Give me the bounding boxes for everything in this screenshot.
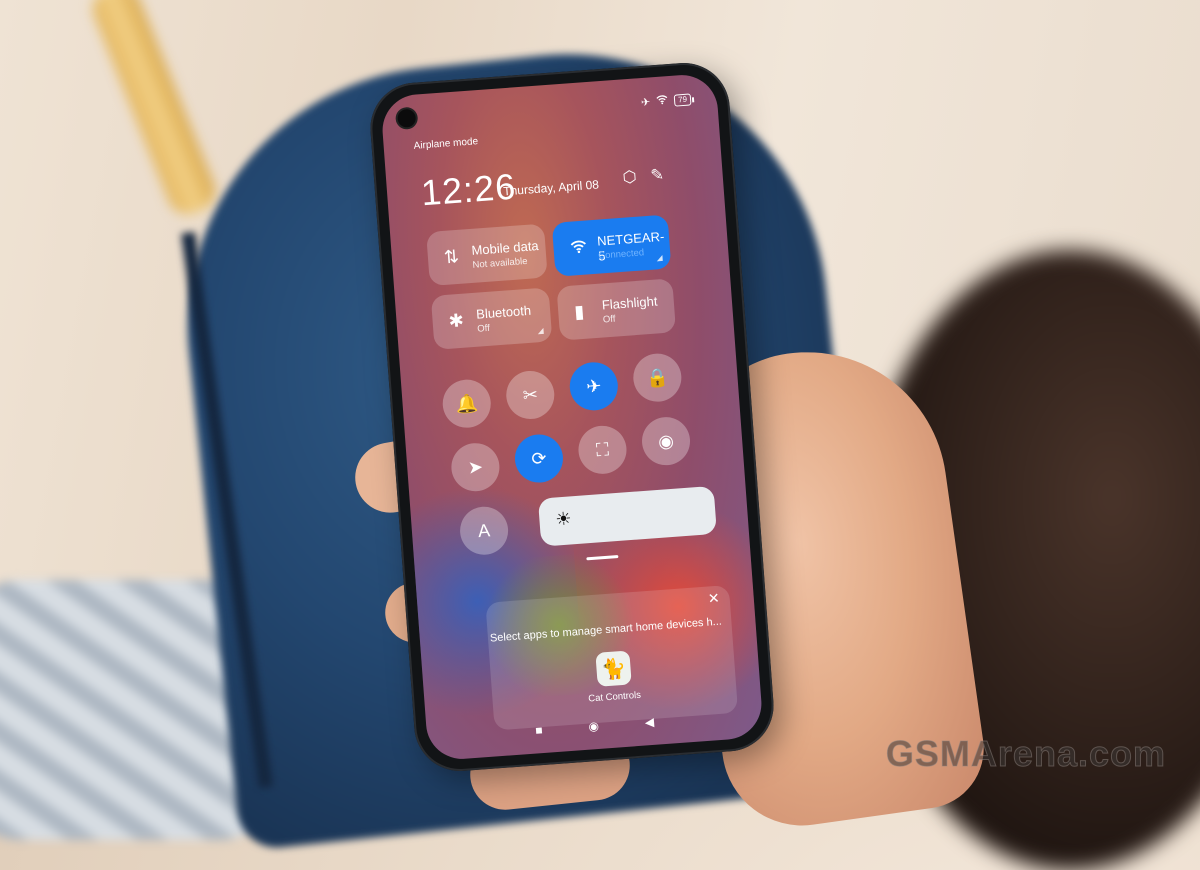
tile-subtitle: Not available [472,255,528,271]
expand-corner-icon[interactable] [537,327,544,335]
wifi-icon [569,237,588,259]
sun-icon: ☀ [554,508,573,530]
airplane-mode-label: Airplane mode [413,136,479,152]
scanner-icon[interactable]: ⛶ [576,424,629,476]
date: Thursday, April 08 [502,177,600,199]
battery-icon: 79 [673,92,692,107]
flashlight-icon: ▮ [573,301,585,323]
airplane-icon: ✈ [640,96,651,110]
close-icon[interactable]: ✕ [707,590,720,608]
back-button[interactable]: ◀ [644,715,654,730]
screenshot-icon[interactable]: ✂ [504,369,556,421]
recent-apps-button[interactable]: ■ [535,723,543,737]
expand-corner-icon[interactable] [656,254,663,262]
mobile-data-icon: ⇅ [443,246,460,268]
airplane-toggle-icon[interactable]: ✈ [568,360,620,413]
tile-mobile-data[interactable]: ⇅ Mobile data Not available [426,223,548,287]
watermark: GSMArena.com [885,733,1166,775]
gear-icon[interactable]: ⬡ [622,167,637,188]
wifi-icon [656,94,669,108]
control-center-screen: ✈ 79 Airplane mode 12:26 Thursday, April… [380,72,764,762]
lock-icon[interactable]: 🔒 [631,351,684,404]
eye-icon[interactable]: ◉ [640,415,692,467]
tile-subtitle: Off [602,313,616,326]
tile-subtitle: Off [476,322,491,335]
bluetooth-icon: ✱ [447,310,465,332]
tile-title: Mobile data [470,238,540,258]
status-icons: ✈ 79 [641,92,692,109]
home-button[interactable]: ◉ [588,719,599,734]
tile-flashlight[interactable]: ▮ Flashlight Off [556,278,677,341]
bell-icon[interactable]: 🔔 [441,377,493,430]
smart-home-message: Select apps to manage smart home devices… [489,615,723,645]
tile-title: Bluetooth [475,302,532,322]
tile-title: Flashlight [601,293,658,313]
phone: ✈ 79 Airplane mode 12:26 Thursday, April… [367,59,777,775]
front-camera [397,108,417,128]
app-name: Cat Controls [587,689,642,705]
edit-icon[interactable]: ✎ [650,165,665,186]
tile-wifi[interactable]: NETGEAR-5 Connected [551,214,672,277]
cat-controls-app-icon[interactable]: 🐈 [595,650,632,687]
tile-bluetooth[interactable]: ✱ Bluetooth Off [430,287,553,350]
smart-home-card: ✕ Select apps to manage smart home devic… [485,584,739,731]
